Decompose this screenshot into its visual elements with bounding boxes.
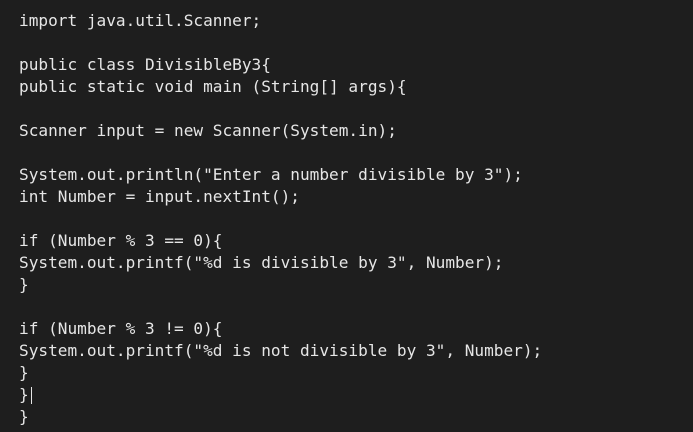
code-line[interactable]	[19, 142, 693, 164]
code-line[interactable]: if (Number % 3 == 0){	[19, 230, 693, 252]
code-line[interactable]	[19, 296, 693, 318]
code-line[interactable]	[19, 208, 693, 230]
code-line[interactable]: if (Number % 3 != 0){	[19, 318, 693, 340]
text-caret	[31, 387, 32, 404]
code-line[interactable]: System.out.println("Enter a number divis…	[19, 164, 693, 186]
code-line[interactable]: System.out.printf("%d is divisible by 3"…	[19, 252, 693, 274]
code-line[interactable]	[19, 98, 693, 120]
code-line-text[interactable]: }	[19, 385, 29, 404]
code-line[interactable]	[19, 32, 693, 54]
code-line[interactable]: }	[19, 274, 693, 296]
code-line[interactable]: int Number = input.nextInt();	[19, 186, 693, 208]
code-line[interactable]: System.out.printf("%d is not divisible b…	[19, 340, 693, 362]
code-editor[interactable]: import java.util.Scanner; public class D…	[0, 0, 693, 432]
code-line[interactable]: import java.util.Scanner;	[19, 10, 693, 32]
code-line[interactable]: }	[19, 406, 693, 428]
code-line[interactable]: public static void main (String[] args){	[19, 76, 693, 98]
code-line[interactable]: Scanner input = new Scanner(System.in);	[19, 120, 693, 142]
code-line-with-caret[interactable]: }	[19, 384, 693, 406]
code-line[interactable]: public class DivisibleBy3{	[19, 54, 693, 76]
code-line[interactable]: }	[19, 362, 693, 384]
